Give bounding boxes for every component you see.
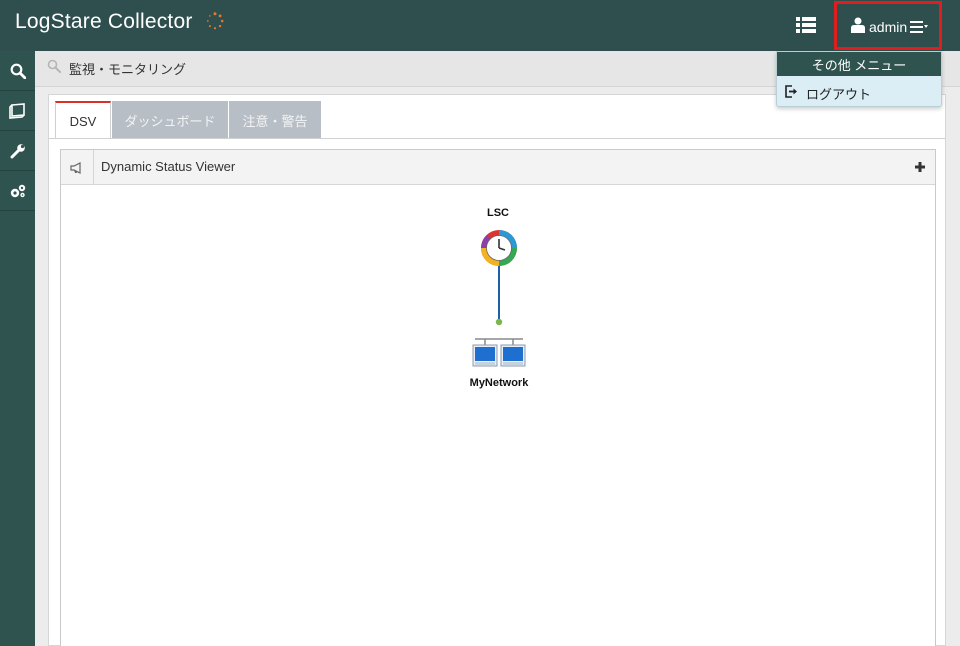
tab-dashboard[interactable]: ダッシュボード	[112, 101, 228, 139]
sidebar-item-search[interactable]	[0, 51, 35, 91]
sidebar	[0, 51, 35, 646]
sidebar-item-settings[interactable]	[0, 171, 35, 211]
tab-dsv[interactable]: DSV	[55, 101, 111, 139]
dsv-panel-header: Dynamic Status Viewer	[61, 150, 935, 185]
node-label-lsc: LSC	[487, 207, 509, 219]
network-link-line	[495, 266, 503, 326]
list-view-icon[interactable]	[796, 16, 816, 34]
sidebar-item-book[interactable]	[0, 91, 35, 131]
menu-item-logout[interactable]: ログアウト	[777, 78, 941, 106]
search-icon	[10, 63, 26, 79]
logout-icon	[785, 85, 797, 98]
logout-label: ログアウト	[806, 87, 872, 102]
dsv-panel-title: Dynamic Status Viewer	[101, 159, 236, 174]
lsc-clock-node-icon[interactable]	[479, 228, 519, 268]
search-icon	[47, 59, 61, 73]
menu-lines-icon	[910, 21, 928, 33]
main-content: 監視・モニタリング DSV ダッシュボード 注意・警告 Dynamic Stat…	[35, 51, 960, 646]
tab-divider	[49, 138, 945, 139]
user-dropdown-menu: その他 メニュー ログアウト	[776, 51, 942, 107]
user-name: admin	[869, 19, 908, 35]
dsv-megaphone-button[interactable]	[61, 150, 94, 185]
breadcrumb: 監視・モニタリング	[69, 62, 187, 77]
dropdown-header: その他 メニュー	[777, 52, 941, 76]
node-label-mynetwork: MyNetwork	[469, 377, 529, 389]
dsv-panel: Dynamic Status Viewer LSC MyNetwork	[60, 149, 936, 646]
top-navbar: LogStare Collector admin	[0, 0, 960, 51]
loading-spinner-icon	[206, 12, 224, 30]
gears-icon	[10, 184, 25, 197]
megaphone-icon	[70, 161, 81, 174]
book-icon	[8, 102, 25, 119]
app-title[interactable]: LogStare Collector	[15, 10, 193, 34]
content-panel: DSV ダッシュボード 注意・警告 Dynamic Status Viewer	[48, 94, 946, 646]
wrench-icon	[10, 143, 25, 158]
sidebar-item-tools[interactable]	[0, 131, 35, 171]
user-icon	[851, 17, 865, 33]
network-computers-icon[interactable]	[471, 336, 527, 372]
user-menu-button[interactable]: admin	[834, 1, 942, 50]
plus-icon[interactable]	[913, 160, 927, 174]
tab-alerts[interactable]: 注意・警告	[229, 101, 321, 139]
